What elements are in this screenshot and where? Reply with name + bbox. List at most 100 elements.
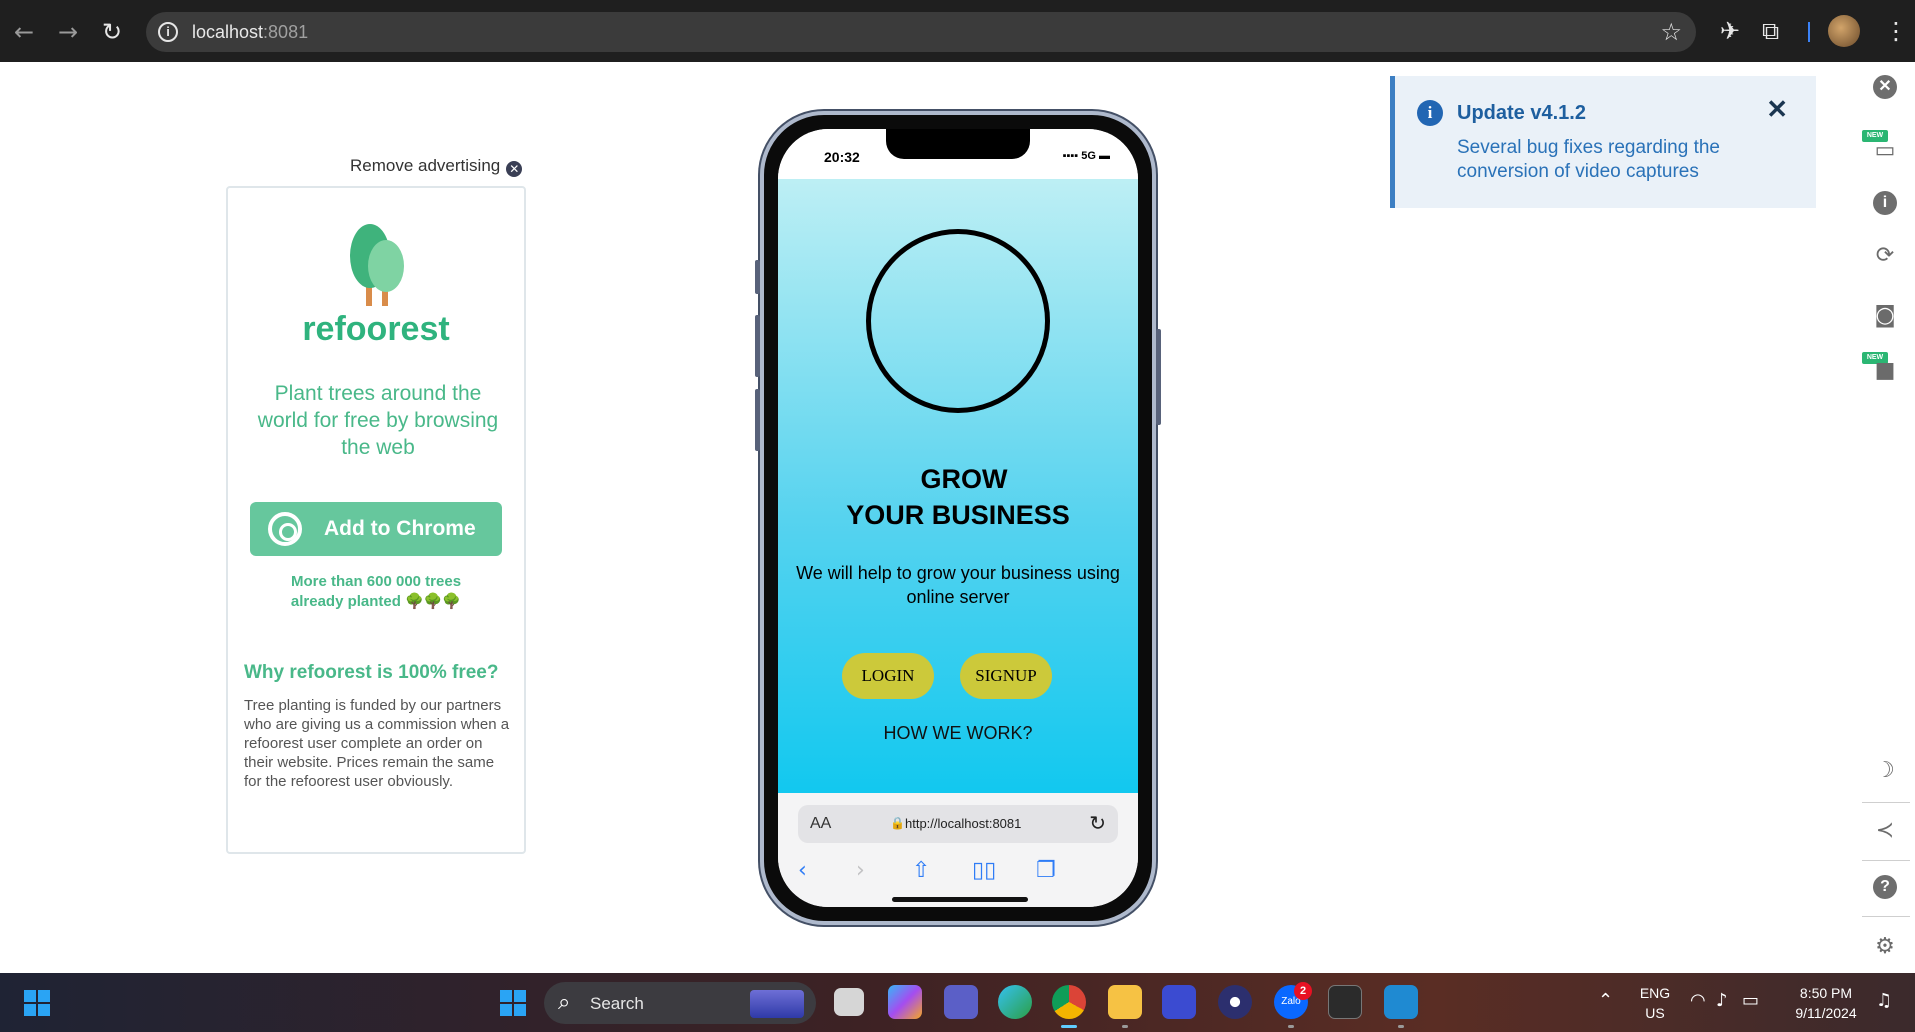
why-free-description: Tree planting is funded by our partners … xyxy=(244,697,510,790)
update-message: Several bug fixes regarding the conversi… xyxy=(1457,137,1720,182)
windows-taskbar: ⌕ Search Zalo 2 ⌃ ENG US ◠ ♪ ▭ 8:50 PM 9… xyxy=(0,973,1915,1032)
explorer-running-indicator xyxy=(1122,1025,1128,1028)
show-hidden-icons-chevron-icon[interactable]: ⌃ xyxy=(1598,990,1613,1011)
browser-toolbar: ← → ↻ i localhost:8081 ☆ ✈ ⧉ ⋮ xyxy=(0,0,1915,62)
safari-url[interactable]: http://localhost:8081 xyxy=(905,816,1021,831)
logo-circle xyxy=(866,229,1050,413)
settings-gear-icon[interactable]: ⚙ xyxy=(1870,932,1900,962)
status-time: 20:32 xyxy=(824,149,860,165)
close-panel-button[interactable]: ✕ xyxy=(1870,72,1900,102)
safari-back-icon[interactable]: ‹ xyxy=(798,859,807,883)
file-explorer-icon[interactable] xyxy=(1108,985,1142,1019)
edge-icon[interactable] xyxy=(998,985,1032,1019)
phone-notch xyxy=(886,129,1030,159)
ad-slogan: Plant trees around the world for free by… xyxy=(257,382,499,459)
wifi-icon[interactable]: ◠ xyxy=(1690,990,1706,1011)
why-free-heading: Why refoorest is 100% free? xyxy=(244,662,499,683)
app-launcher-icon[interactable] xyxy=(1162,985,1196,1019)
eclipse-icon[interactable] xyxy=(1218,985,1252,1019)
rotate-button[interactable]: ⟳ xyxy=(1870,241,1900,271)
bookmark-star-icon[interactable]: ☆ xyxy=(1660,18,1682,46)
remove-advertising-link[interactable]: Remove advertising ✕ xyxy=(350,156,523,177)
bookmarks-book-icon[interactable]: ▯▯ xyxy=(972,859,996,883)
input-language[interactable]: ENG US xyxy=(1636,983,1674,1023)
remove-advertising-label: Remove advertising xyxy=(350,156,501,175)
tabs-icon[interactable]: ❐ xyxy=(1036,859,1056,883)
share-icon[interactable]: ⇧ xyxy=(912,859,930,883)
taskbar-search[interactable]: ⌕ Search xyxy=(544,982,816,1024)
update-title: Update v4.1.2 xyxy=(1457,102,1586,124)
forward-button[interactable]: → xyxy=(58,20,78,44)
tree-logo-icon xyxy=(350,224,404,306)
search-label: Search xyxy=(590,994,644,1013)
screenshot-camera-icon[interactable]: ◙ xyxy=(1870,301,1900,331)
zalo-notification-badge: 2 xyxy=(1294,982,1312,1000)
add-to-chrome-label: Add to Chrome xyxy=(324,517,476,540)
share-icon[interactable]: ≺ xyxy=(1870,816,1900,846)
toolbar-divider xyxy=(1808,22,1810,42)
close-circle-icon[interactable]: ✕ xyxy=(506,161,523,177)
reader-aa-button[interactable]: AA xyxy=(810,815,831,833)
toolbar-divider xyxy=(1862,860,1910,861)
toolbar-divider xyxy=(1862,916,1910,917)
volume-icon[interactable]: ♪ xyxy=(1716,990,1728,1011)
battery-icon[interactable]: ▭ xyxy=(1742,990,1759,1011)
terminal-icon[interactable] xyxy=(1328,985,1362,1019)
close-circle-icon: ✕ xyxy=(1873,75,1897,99)
phone-screen: 20:32 ▪▪▪▪ 5G ▬ GROW YOUR BUSINESS We wi… xyxy=(778,129,1138,907)
dark-mode-moon-icon[interactable]: ☽ xyxy=(1870,756,1900,786)
copilot-icon[interactable] xyxy=(888,985,922,1019)
hero-headline: GROW YOUR BUSINESS xyxy=(846,464,1070,530)
notification-bell-icon[interactable]: ♫ xyxy=(1876,990,1892,1011)
safari-toolbar: AA 🔒 http://localhost:8081 ↻ ‹ › ⇧ ▯▯ ❐ xyxy=(778,793,1138,907)
search-icon: ⌕ xyxy=(558,990,571,1015)
status-signal-battery: ▪▪▪▪ 5G ▬ xyxy=(1062,150,1110,162)
address-bar[interactable]: i localhost:8081 ☆ xyxy=(146,12,1696,52)
video-record-icon[interactable]: ■ xyxy=(1870,356,1900,386)
lock-icon: 🔒 xyxy=(890,816,905,830)
ad-brand-name: refoorest xyxy=(302,310,450,348)
trees-planted-text: More than 600 000 trees already planted … xyxy=(290,573,462,610)
help-circle-icon: ? xyxy=(1873,875,1897,899)
extension-action-icon[interactable]: ✈ xyxy=(1720,18,1740,44)
login-button[interactable]: LOGIN xyxy=(842,653,934,699)
menu-kebab-icon[interactable]: ⋮ xyxy=(1884,18,1908,44)
help-button[interactable]: ? xyxy=(1870,872,1900,902)
iphone-frame: 20:32 ▪▪▪▪ 5G ▬ GROW YOUR BUSINESS We wi… xyxy=(755,111,1161,925)
update-notification: i Update v4.1.2 Several bug fixes regard… xyxy=(1390,76,1816,208)
teams-icon[interactable] xyxy=(944,985,978,1019)
info-circle-icon: i xyxy=(1873,191,1897,215)
address-url[interactable]: localhost:8081 xyxy=(192,22,308,42)
start-windows-icon[interactable] xyxy=(500,990,526,1016)
info-button[interactable]: i xyxy=(1870,188,1900,218)
close-icon[interactable]: ✕ xyxy=(1766,94,1788,125)
signup-button[interactable]: SIGNUP xyxy=(960,653,1052,699)
hero-subtext: We will help to grow your business using… xyxy=(796,563,1120,607)
zalo-running-indicator xyxy=(1288,1025,1294,1028)
chrome-logo-icon xyxy=(268,512,302,546)
home-indicator xyxy=(892,897,1028,902)
add-to-chrome-button[interactable]: Add to Chrome xyxy=(250,502,502,556)
reload-button[interactable]: ↻ xyxy=(102,20,122,44)
reload-icon[interactable]: ↻ xyxy=(1089,811,1106,835)
site-info-icon[interactable]: i xyxy=(158,22,178,42)
widgets-icon[interactable] xyxy=(24,990,50,1016)
extensions-puzzle-icon[interactable]: ⧉ xyxy=(1762,18,1779,44)
profile-avatar[interactable] xyxy=(1828,15,1860,47)
devices-button[interactable]: ▭ xyxy=(1870,136,1900,166)
app-hero: GROW YOUR BUSINESS We will help to grow … xyxy=(778,179,1138,793)
refoorest-ad: refoorest Plant trees around the world f… xyxy=(226,186,526,854)
how-we-work-link[interactable]: HOW WE WORK? xyxy=(778,723,1138,744)
vscode-running-indicator xyxy=(1398,1025,1404,1028)
clock[interactable]: 8:50 PM 9/11/2024 xyxy=(1788,983,1864,1023)
vscode-icon[interactable] xyxy=(1384,985,1418,1019)
toolbar-divider xyxy=(1862,802,1910,803)
chrome-icon[interactable] xyxy=(1052,985,1086,1019)
info-icon: i xyxy=(1417,100,1443,126)
chrome-active-indicator xyxy=(1061,1025,1077,1028)
back-button[interactable]: ← xyxy=(14,20,34,44)
mute-switch xyxy=(755,260,760,294)
task-view-icon[interactable] xyxy=(834,988,864,1016)
safari-address-bar[interactable]: AA 🔒 http://localhost:8081 ↻ xyxy=(798,805,1118,843)
safari-forward-icon[interactable]: › xyxy=(856,859,865,883)
